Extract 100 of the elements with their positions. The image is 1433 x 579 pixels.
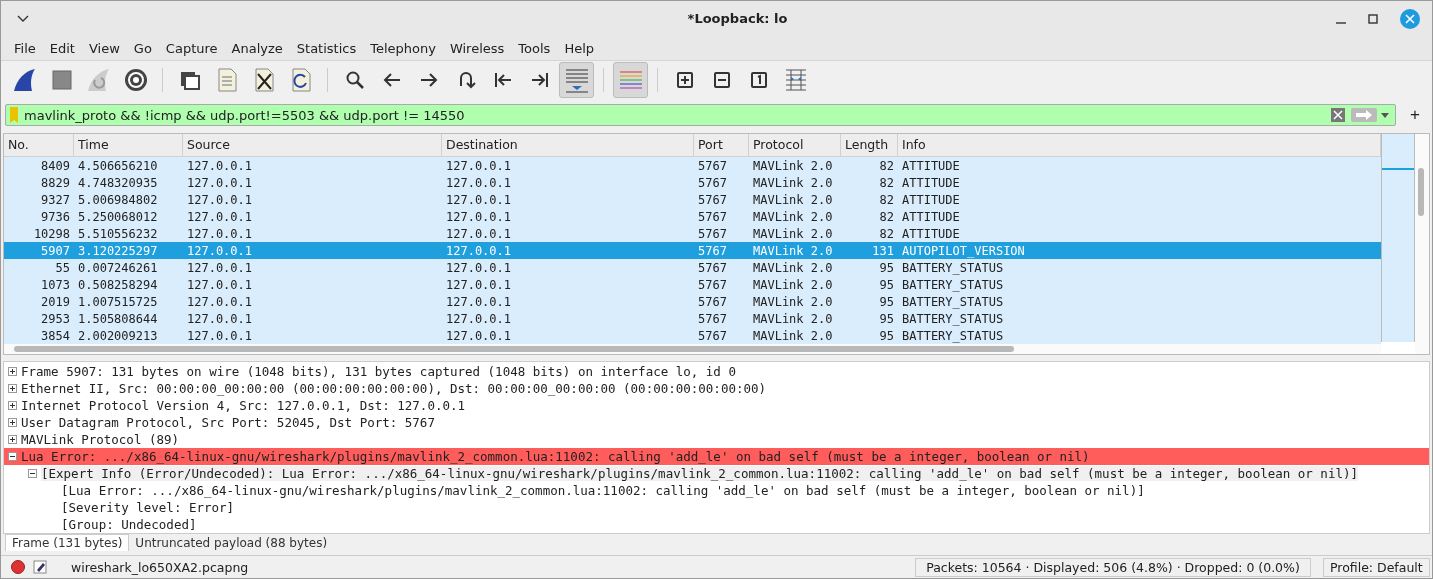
column-header[interactable]: Length — [841, 134, 898, 157]
packet-row[interactable]: 2953 1.505808644 127.0.0.1 127.0.0.1 5767 MAVLink 2.0 95 BATTERY_STATUS — [4, 310, 1381, 328]
table-cell-text: BATTERY_STATUS — [901, 311, 1005, 326]
table-cell-text: 127.0.0.1 — [186, 277, 254, 292]
column-header[interactable]: Source — [183, 134, 442, 157]
table-cell-text: ATTITUDE — [901, 192, 961, 207]
table-cell-text: 82 — [878, 192, 895, 207]
expand-icon[interactable] — [8, 418, 17, 428]
tree-item[interactable]: MAVLink Protocol (89) — [21, 432, 180, 448]
table-cell-text: 127.0.0.1 — [445, 192, 513, 207]
column-header[interactable]: Port — [694, 134, 749, 157]
table-cell-text: MAVLink 2.0 — [752, 192, 834, 207]
packet-row[interactable]: 1073 0.508258294 127.0.0.1 127.0.0.1 5767 MAVLink 2.0 95 BATTERY_STATUS — [4, 276, 1381, 294]
tree-item[interactable]: [Severity level: Error] — [61, 500, 235, 516]
expand-icon[interactable] — [8, 435, 17, 445]
dropdown-icon[interactable] — [1381, 112, 1390, 118]
packet-row[interactable]: 8829 4.748320935 127.0.0.1 127.0.0.1 5767 MAVLink 2.0 82 ATTITUDE — [4, 174, 1381, 192]
record-icon[interactable] — [11, 560, 25, 575]
close-icon[interactable] — [1400, 8, 1420, 29]
filter-bar[interactable]: mavlink_proto && !icmp && udp.port!=5503 && udp.port != 14550 — [5, 104, 1397, 127]
table-cell-text: 127.0.0.1 — [445, 311, 513, 326]
profile-label[interactable]: Profile: Default — [1323, 557, 1430, 577]
maximize-icon[interactable] — [1368, 13, 1378, 24]
table-cell-text: 95 — [878, 311, 895, 326]
table-cell-text: ATTITUDE — [901, 158, 961, 173]
table-cell-text: 5767 — [697, 226, 728, 241]
tree-item[interactable]: [Lua Error: .../x86_64-linux-gnu/wireshark/plugins/mavlink_2_common.lua:11002: calling 'add_le' on bad self (must be a integer, boolean or nil)] — [61, 483, 1145, 499]
menu-item[interactable]: Tools — [511, 40, 558, 56]
menu-item[interactable]: Analyze — [224, 40, 290, 56]
table-cell-text: MAVLink 2.0 — [752, 294, 834, 309]
menu-item[interactable]: Wireless — [442, 40, 512, 56]
packet-row[interactable]: 55 0.007246261 127.0.0.1 127.0.0.1 5767 MAVLink 2.0 95 BATTERY_STATUS — [4, 259, 1381, 277]
column-header[interactable]: Destination — [442, 134, 694, 157]
menu-item[interactable]: Go — [126, 40, 159, 56]
table-cell-text: 9736 — [40, 209, 71, 224]
tree-item[interactable]: Ethernet II, Src: 00:00:00_00:00:00 (00:00:00:00:00:00), Dst: 00:00:00_00:00:00 (00:00:00:00:00:00) — [21, 381, 767, 397]
packet-row[interactable]: 10298 5.510556232 127.0.0.1 127.0.0.1 5767 MAVLink 2.0 82 ATTITUDE — [4, 225, 1381, 243]
table-cell-text: 127.0.0.1 — [186, 328, 254, 343]
table-cell-text: 131 — [871, 243, 895, 258]
menu-item[interactable]: File — [7, 40, 43, 56]
expand-icon[interactable] — [8, 401, 17, 411]
packet-row[interactable]: 8409 4.506656210 127.0.0.1 127.0.0.1 5767 MAVLink 2.0 82 ATTITUDE — [4, 157, 1381, 175]
table-cell-text: 5767 — [697, 311, 728, 326]
table-cell-text: ATTITUDE — [901, 226, 961, 241]
chevron-down-icon[interactable] — [17, 14, 29, 23]
table-cell-text: 9327 — [40, 192, 71, 207]
tab[interactable]: Frame (131 bytes) — [5, 534, 130, 552]
menu-item[interactable]: Capture — [158, 40, 225, 56]
table-cell-text: ATTITUDE — [901, 175, 961, 190]
packet-row[interactable]: 9736 5.250068012 127.0.0.1 127.0.0.1 5767 MAVLink 2.0 82 ATTITUDE — [4, 208, 1381, 226]
table-cell-text: 2953 — [40, 311, 71, 326]
packet-row[interactable]: 9327 5.006984802 127.0.0.1 127.0.0.1 5767 MAVLink 2.0 82 ATTITUDE — [4, 191, 1381, 209]
column-header[interactable]: No. — [4, 134, 74, 157]
edit-icon[interactable] — [33, 560, 47, 575]
expand-icon[interactable] — [8, 367, 17, 377]
tab[interactable]: Untruncated payload (88 bytes) — [129, 535, 334, 552]
packet-row[interactable]: 2019 1.007515725 127.0.0.1 127.0.0.1 5767 MAVLink 2.0 95 BATTERY_STATUS — [4, 293, 1381, 311]
table-cell-text: 127.0.0.1 — [186, 294, 254, 309]
table-cell-text: MAVLink 2.0 — [752, 209, 834, 224]
menu-item[interactable]: Statistics — [289, 40, 364, 56]
table-cell-text: 5907 — [40, 243, 71, 258]
collapse-icon[interactable] — [28, 469, 37, 479]
table-cell-text: BATTERY_STATUS — [901, 260, 1005, 275]
table-cell-text: 4.748320935 — [77, 175, 159, 190]
menu-item[interactable]: View — [81, 40, 127, 56]
scrollbar-thumb[interactable] — [14, 346, 1014, 353]
table-cell-text: 127.0.0.1 — [186, 209, 254, 224]
table-cell-text: 127.0.0.1 — [445, 328, 513, 343]
tree-item[interactable]: User Datagram Protocol, Src Port: 52045, Dst Port: 5767 — [21, 415, 435, 431]
table-cell-text: 95 — [878, 260, 895, 275]
tree-item[interactable]: Internet Protocol Version 4, Src: 127.0.0.1, Dst: 127.0.0.1 — [21, 398, 465, 414]
table-cell-text: 127.0.0.1 — [445, 226, 513, 241]
table-cell-text: MAVLink 2.0 — [752, 175, 834, 190]
expand-icon[interactable] — [8, 384, 17, 394]
tree-item[interactable]: Frame 5907: 131 bytes on wire (1048 bits), 131 bytes captured (1048 bits) on interface lo, id 0 — [21, 364, 736, 380]
scrollbar-thumb[interactable] — [1418, 168, 1424, 217]
collapse-icon[interactable] — [8, 452, 17, 462]
clear-icon[interactable] — [1331, 108, 1346, 123]
column-header[interactable]: Time — [74, 134, 183, 157]
table-cell-text: 1.007515725 — [77, 294, 159, 309]
tree-item[interactable]: [Group: Undecoded] — [61, 517, 197, 533]
table-cell-text: 82 — [878, 226, 895, 241]
menu-item[interactable]: Telephony — [363, 40, 443, 56]
packet-row[interactable]: 3854 2.002009213 127.0.0.1 127.0.0.1 5767 MAVLink 2.0 95 BATTERY_STATUS — [4, 327, 1381, 345]
table-cell-text: 95 — [878, 328, 895, 343]
column-header[interactable]: Protocol — [749, 134, 841, 157]
filter-field[interactable]: mavlink_proto && !icmp && udp.port!=5503 && udp.port != 14550 — [22, 107, 1326, 123]
table-cell-text: 5767 — [697, 294, 728, 309]
table-cell-text: 1073 — [40, 277, 71, 292]
menu-item[interactable]: Edit — [42, 40, 82, 56]
table-cell-text: 127.0.0.1 — [445, 158, 513, 173]
table-cell-text: 127.0.0.1 — [186, 158, 254, 173]
table-cell-text: 3.120225297 — [77, 243, 159, 258]
table-cell-text: MAVLink 2.0 — [752, 328, 834, 343]
table-cell-text: 95 — [878, 294, 895, 309]
window-title: *Loopback: lo — [686, 11, 789, 27]
table-cell-text: MAVLink 2.0 — [752, 243, 834, 258]
table-cell-text: 5767 — [697, 209, 728, 224]
menu-item[interactable]: Help — [557, 40, 601, 56]
add-button[interactable]: + — [1402, 105, 1428, 126]
